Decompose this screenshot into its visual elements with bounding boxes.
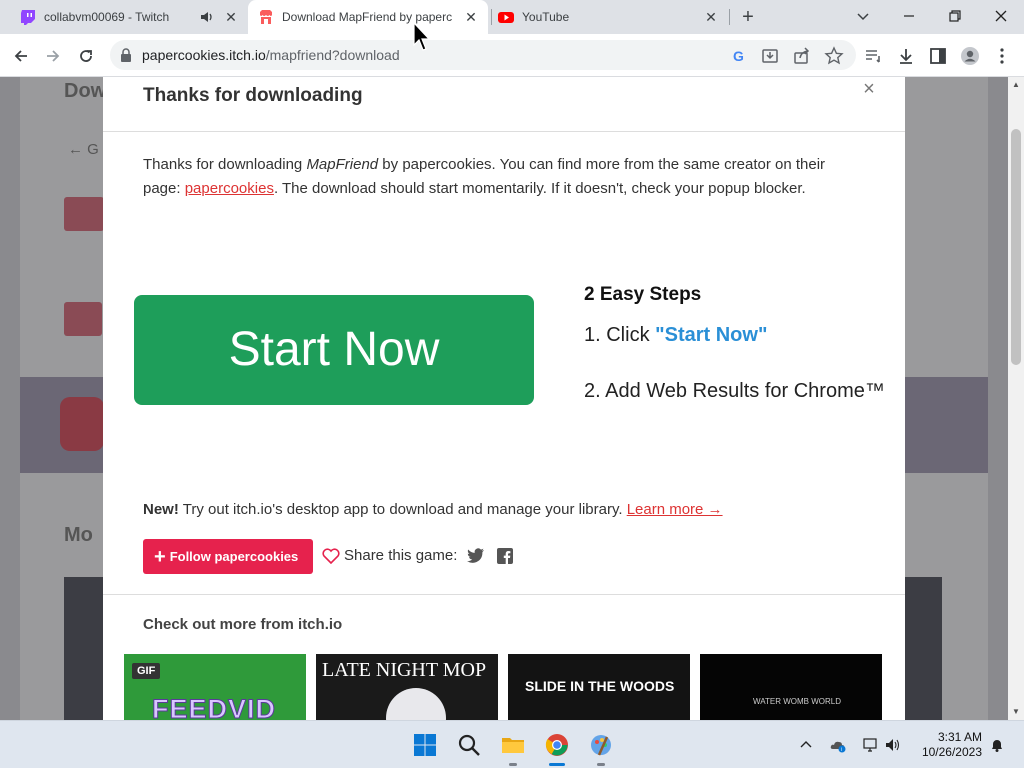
divider: [103, 594, 905, 595]
system-clock[interactable]: 3:31 AM 10/26/2023: [918, 730, 982, 760]
back-icon[interactable]: [11, 46, 31, 66]
download-button-fragment: [64, 197, 104, 231]
facebook-icon[interactable]: [497, 547, 514, 564]
search-icon[interactable]: [457, 733, 481, 757]
reload-icon[interactable]: [76, 46, 96, 66]
page-heading-fragment: Dow: [64, 80, 107, 102]
youtube-icon: [498, 12, 514, 23]
game-thumbnail[interactable]: SLIDE IN THE WOODS: [508, 654, 690, 720]
more-from-itchio-heading: Check out more from itch.io: [143, 616, 343, 633]
ad-step-1: 1. Click "Start Now": [584, 324, 768, 346]
chevron-up-icon[interactable]: [798, 737, 814, 753]
svg-text:G: G: [733, 48, 744, 64]
bookmark-star-icon[interactable]: [824, 46, 844, 66]
thumbnail-art: [386, 688, 446, 720]
modal-header: Thanks for downloading ×: [103, 77, 905, 132]
restore-icon[interactable]: [945, 6, 965, 26]
thumbnail-title: WATER WOMB WORLD: [753, 697, 841, 706]
minimize-icon[interactable]: [899, 6, 919, 26]
add-button-fragment: [64, 302, 102, 336]
download-modal: Thanks for downloading × Thanks for down…: [103, 77, 905, 720]
tab-youtube[interactable]: YouTube ✕: [498, 0, 728, 34]
close-tab-icon[interactable]: ✕: [464, 10, 478, 24]
active-indicator: [549, 763, 565, 766]
volume-icon[interactable]: [885, 737, 901, 753]
share-row: Share this game:: [322, 547, 514, 564]
tab-itchio[interactable]: Download MapFriend by papercookies ✕: [248, 0, 488, 34]
close-window-icon[interactable]: [991, 6, 1011, 26]
scroll-down-icon[interactable]: ▼: [1012, 708, 1020, 716]
file-explorer-icon[interactable]: [501, 733, 525, 757]
tab-twitch[interactable]: collabvm00069 - Twitch ✕: [20, 0, 248, 34]
learn-more-link[interactable]: Learn more →: [627, 501, 723, 518]
start-now-ad-button[interactable]: Start Now: [134, 295, 534, 405]
more-heading-fragment: Mo: [64, 524, 93, 546]
tab-title: YouTube: [522, 10, 570, 24]
menu-icon[interactable]: [992, 46, 1012, 66]
game-name: MapFriend: [306, 156, 379, 173]
clock-time: 3:31 AM: [937, 730, 982, 744]
tab-separator: [729, 9, 730, 25]
thumbnail-title: FEEDVID: [151, 694, 277, 721]
download-icon[interactable]: [896, 46, 916, 66]
game-thumbnail[interactable]: LATE NIGHT MOP: [316, 654, 498, 720]
share-icon[interactable]: [792, 46, 812, 66]
thumbnail-title: SLIDE IN THE WOODS: [525, 678, 675, 694]
follow-button[interactable]: + Follow papercookies: [143, 539, 313, 574]
install-app-icon[interactable]: [760, 46, 780, 66]
taskbar: i 3:31 AM 10/26/2023: [0, 720, 1024, 768]
plus-icon: +: [154, 545, 166, 568]
game-thumbnail[interactable]: WATER WOMB WORLD: [700, 654, 882, 720]
scroll-up-icon[interactable]: ▲: [1012, 81, 1020, 89]
notification-icon[interactable]: [989, 737, 1005, 753]
network-icon[interactable]: [862, 737, 878, 753]
svg-text:i: i: [841, 747, 842, 753]
twitch-icon: [21, 10, 35, 25]
browser-toolbar: papercookies.itch.io/mapfriend?download …: [0, 34, 1024, 77]
google-icon[interactable]: G: [729, 46, 749, 66]
side-panel-icon[interactable]: [928, 46, 948, 66]
creator-link[interactable]: papercookies: [185, 180, 274, 197]
profile-icon[interactable]: [960, 46, 980, 66]
download-message: Thanks for downloading MapFriend by pape…: [143, 156, 826, 197]
tab-title: collabvm00069 - Twitch: [44, 10, 170, 24]
tab-strip: collabvm00069 - Twitch ✕ Download MapFri…: [0, 0, 1024, 34]
heart-icon[interactable]: [322, 547, 340, 564]
forward-icon[interactable]: [43, 46, 63, 66]
reading-list-icon[interactable]: [863, 46, 883, 66]
running-indicator: [509, 763, 517, 766]
gif-badge: GIF: [132, 663, 161, 679]
tab-separator: [491, 9, 492, 25]
close-icon[interactable]: ×: [861, 79, 877, 99]
url-text: papercookies.itch.io/mapfriend?download: [142, 47, 400, 63]
onedrive-icon[interactable]: i: [830, 737, 846, 753]
mouse-cursor-icon: [413, 22, 431, 51]
paint-app-icon[interactable]: [589, 733, 613, 757]
share-label: Share this game:: [344, 547, 458, 564]
speaker-icon[interactable]: [200, 10, 214, 24]
close-tab-icon[interactable]: ✕: [224, 10, 238, 24]
new-tab-icon[interactable]: +: [738, 7, 758, 27]
twitter-icon[interactable]: [467, 548, 485, 563]
windows-start-icon[interactable]: [413, 733, 437, 757]
modal-title: Thanks for downloading: [143, 85, 363, 106]
ad-steps-title: 2 Easy Steps: [584, 284, 702, 305]
itchio-icon: [260, 10, 272, 24]
close-tab-icon[interactable]: ✕: [704, 10, 718, 24]
ad-step-2: 2. Add Web Results for Chrome™: [584, 380, 885, 402]
desktop-app-promo: New! Try out itch.io's desktop app to do…: [143, 501, 723, 518]
thumbnail-title: LATE NIGHT MOP: [322, 659, 487, 681]
running-indicator: [597, 763, 605, 766]
page-scrollbar[interactable]: ▲ ▼: [1008, 77, 1024, 720]
lock-icon[interactable]: [120, 48, 132, 62]
tab-search-icon[interactable]: [853, 6, 873, 26]
clock-date: 10/26/2023: [921, 745, 982, 759]
chrome-icon[interactable]: [545, 733, 569, 757]
game-thumbnail[interactable]: GIF FEEDVID: [124, 654, 306, 720]
scroll-thumb[interactable]: [1011, 129, 1021, 365]
back-link-fragment: ← G: [68, 141, 99, 158]
video-fragment: [60, 397, 104, 451]
